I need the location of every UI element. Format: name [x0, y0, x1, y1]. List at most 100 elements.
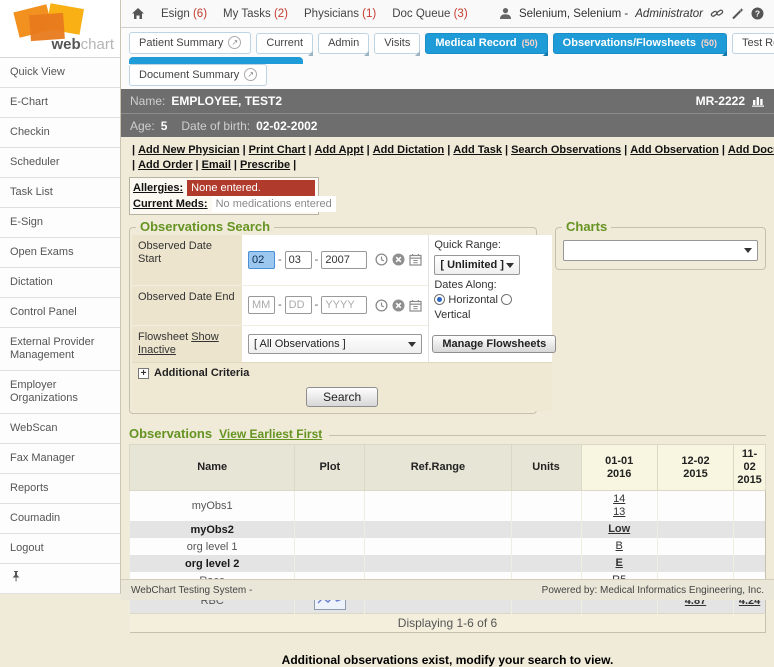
sidebar-item-external-provider-management[interactable]: External Provider Management — [0, 328, 120, 371]
additional-criteria-row[interactable]: + Additional Criteria — [132, 362, 552, 383]
action-link-add-observation[interactable]: Add Observation — [630, 144, 719, 156]
action-link-add-new-physician[interactable]: Add New Physician — [138, 144, 239, 156]
sidebar-item-e-chart[interactable]: E-Chart — [0, 88, 120, 118]
calendar-icon[interactable] — [409, 299, 422, 312]
popout-icon[interactable]: ↗ — [244, 68, 257, 81]
sidebar-item-scheduler[interactable]: Scheduler — [0, 148, 120, 178]
topnav-esign[interactable]: Esign (6) — [161, 8, 207, 20]
action-link-prescribe[interactable]: Prescribe — [240, 159, 290, 171]
topnav-label: Doc Queue — [392, 8, 450, 20]
action-separator: | — [132, 159, 135, 171]
col-header-date-12-02-2015: 12-022015 — [657, 445, 733, 491]
start-day-input[interactable] — [285, 251, 312, 269]
tab-patient-summary[interactable]: Patient Summary↗ — [129, 32, 251, 54]
popout-icon[interactable]: ↗ — [228, 36, 241, 49]
tab-document-summary[interactable]: Document Summary↗ — [129, 64, 267, 86]
end-year-input[interactable] — [321, 296, 367, 314]
observation-row: org level 2E — [130, 555, 766, 572]
sidebar-item-open-exams[interactable]: Open Exams — [0, 238, 120, 268]
tab-label: Test Results — [742, 37, 774, 49]
date-line2: 2015 — [736, 474, 763, 487]
sidebar-item-e-sign[interactable]: E-Sign — [0, 208, 120, 238]
obs-value-link[interactable]: 13 — [584, 506, 655, 519]
clock-icon[interactable] — [375, 299, 388, 312]
action-link-add-appt[interactable]: Add Appt — [315, 144, 364, 156]
obs-value-link[interactable]: B — [584, 540, 655, 553]
sidebar-item-logout[interactable]: Logout — [0, 534, 120, 564]
view-earliest-first-link[interactable]: View Earliest First — [219, 427, 322, 441]
sidebar-item-task-list[interactable]: Task List — [0, 178, 120, 208]
sidebar-item-quick-view[interactable]: Quick View — [0, 58, 120, 88]
action-link-add-dictation[interactable]: Add Dictation — [373, 144, 445, 156]
wand-icon[interactable] — [731, 7, 744, 20]
chart-bars-icon[interactable] — [751, 95, 765, 107]
obs-refrange-cell — [365, 521, 511, 538]
clear-date-icon[interactable] — [392, 253, 405, 266]
sidebar-item-reports[interactable]: Reports — [0, 474, 120, 504]
vertical-radio[interactable] — [501, 294, 512, 305]
current-meds-link[interactable]: Current Meds: — [133, 196, 208, 212]
obs-value-link[interactable]: Low — [584, 523, 655, 536]
flowsheet-select[interactable]: [ All Observations ] — [248, 334, 422, 354]
topnav-doc-queue[interactable]: Doc Queue (3) — [392, 8, 467, 20]
pushpin-icon[interactable] — [10, 570, 22, 583]
home-icon[interactable] — [131, 7, 145, 20]
end-day-input[interactable] — [285, 296, 312, 314]
webchart-logo[interactable]: webchart — [0, 0, 120, 58]
start-month-input[interactable] — [248, 251, 275, 269]
allergies-link[interactable]: Allergies: — [133, 180, 183, 196]
obs-name-cell: myObs1 — [130, 491, 295, 522]
obs-value-link[interactable]: E — [584, 557, 655, 570]
sidebar-item-fax-manager[interactable]: Fax Manager — [0, 444, 120, 474]
topnav-count: (3) — [450, 8, 467, 20]
tab-current[interactable]: Current — [256, 33, 313, 54]
sidebar-item-employer-organizations[interactable]: Employer Organizations — [0, 371, 120, 414]
clear-date-icon[interactable] — [392, 299, 405, 312]
clock-icon[interactable] — [375, 253, 388, 266]
search-button[interactable]: Search — [306, 387, 378, 407]
horizontal-radio[interactable] — [434, 294, 445, 305]
sidebar-item-dictation[interactable]: Dictation — [0, 268, 120, 298]
action-link-search-observations[interactable]: Search Observations — [511, 144, 621, 156]
action-group-right-1: |Search Observations|Add Observation|Add… — [502, 143, 774, 158]
action-link-add-document[interactable]: Add Document — [728, 144, 774, 156]
additional-observations-message: Additional observations exist, modify yo… — [121, 653, 774, 667]
end-month-input[interactable] — [248, 296, 275, 314]
help-icon[interactable]: ? — [751, 7, 764, 20]
obs-value-cell — [734, 555, 766, 572]
dates-along-label: Dates Along: — [434, 278, 547, 293]
charts-select[interactable] — [563, 240, 758, 261]
quick-range-select[interactable]: [ Unlimited ] — [434, 255, 520, 275]
tab-visits[interactable]: Visits — [374, 33, 420, 54]
observed-date-start-label: Observed Date Start — [132, 235, 242, 286]
tab-bar: Patient Summary↗CurrentAdminVisitsMedica… — [121, 28, 774, 89]
dropdown-arrow-icon — [408, 342, 416, 347]
obs-name-cell: org level 1 — [130, 538, 295, 555]
sidebar-item-checkin[interactable]: Checkin — [0, 118, 120, 148]
action-link-add-order[interactable]: Add Order — [138, 159, 192, 171]
start-year-input[interactable] — [321, 251, 367, 269]
sidebar-item-control-panel[interactable]: Control Panel — [0, 298, 120, 328]
sidebar: webchart Quick ViewE-ChartCheckinSchedul… — [0, 0, 121, 600]
calendar-icon[interactable] — [409, 253, 422, 266]
link-icon[interactable] — [710, 7, 724, 20]
sidebar-item-webscan[interactable]: WebScan — [0, 414, 120, 444]
expand-plus-icon[interactable]: + — [138, 368, 149, 379]
action-link-add-task[interactable]: Add Task — [453, 144, 502, 156]
sidebar-item-coumadin[interactable]: Coumadin — [0, 504, 120, 534]
tab-admin[interactable]: Admin — [318, 33, 369, 54]
topnav-physicians[interactable]: Physicians (1) — [304, 8, 376, 20]
tab-observations-flowsheets[interactable]: Observations/Flowsheets(50) — [553, 33, 727, 54]
topnav-my-tasks[interactable]: My Tasks (2) — [223, 8, 288, 20]
observation-row: myObs1 1413 — [130, 491, 766, 522]
action-link-email[interactable]: Email — [202, 159, 231, 171]
manage-flowsheets-button[interactable]: Manage Flowsheets — [432, 335, 556, 353]
obs-plot-cell — [295, 555, 365, 572]
topnav-label: Esign — [161, 8, 190, 20]
tab-medical-record[interactable]: Medical Record(50) — [425, 33, 547, 54]
obs-value-link[interactable]: 14 — [584, 493, 655, 506]
action-link-print-chart[interactable]: Print Chart — [249, 144, 306, 156]
tab-test-results[interactable]: Test Results — [732, 33, 774, 54]
end-date-icons — [375, 299, 422, 312]
action-separator: | — [195, 159, 198, 171]
